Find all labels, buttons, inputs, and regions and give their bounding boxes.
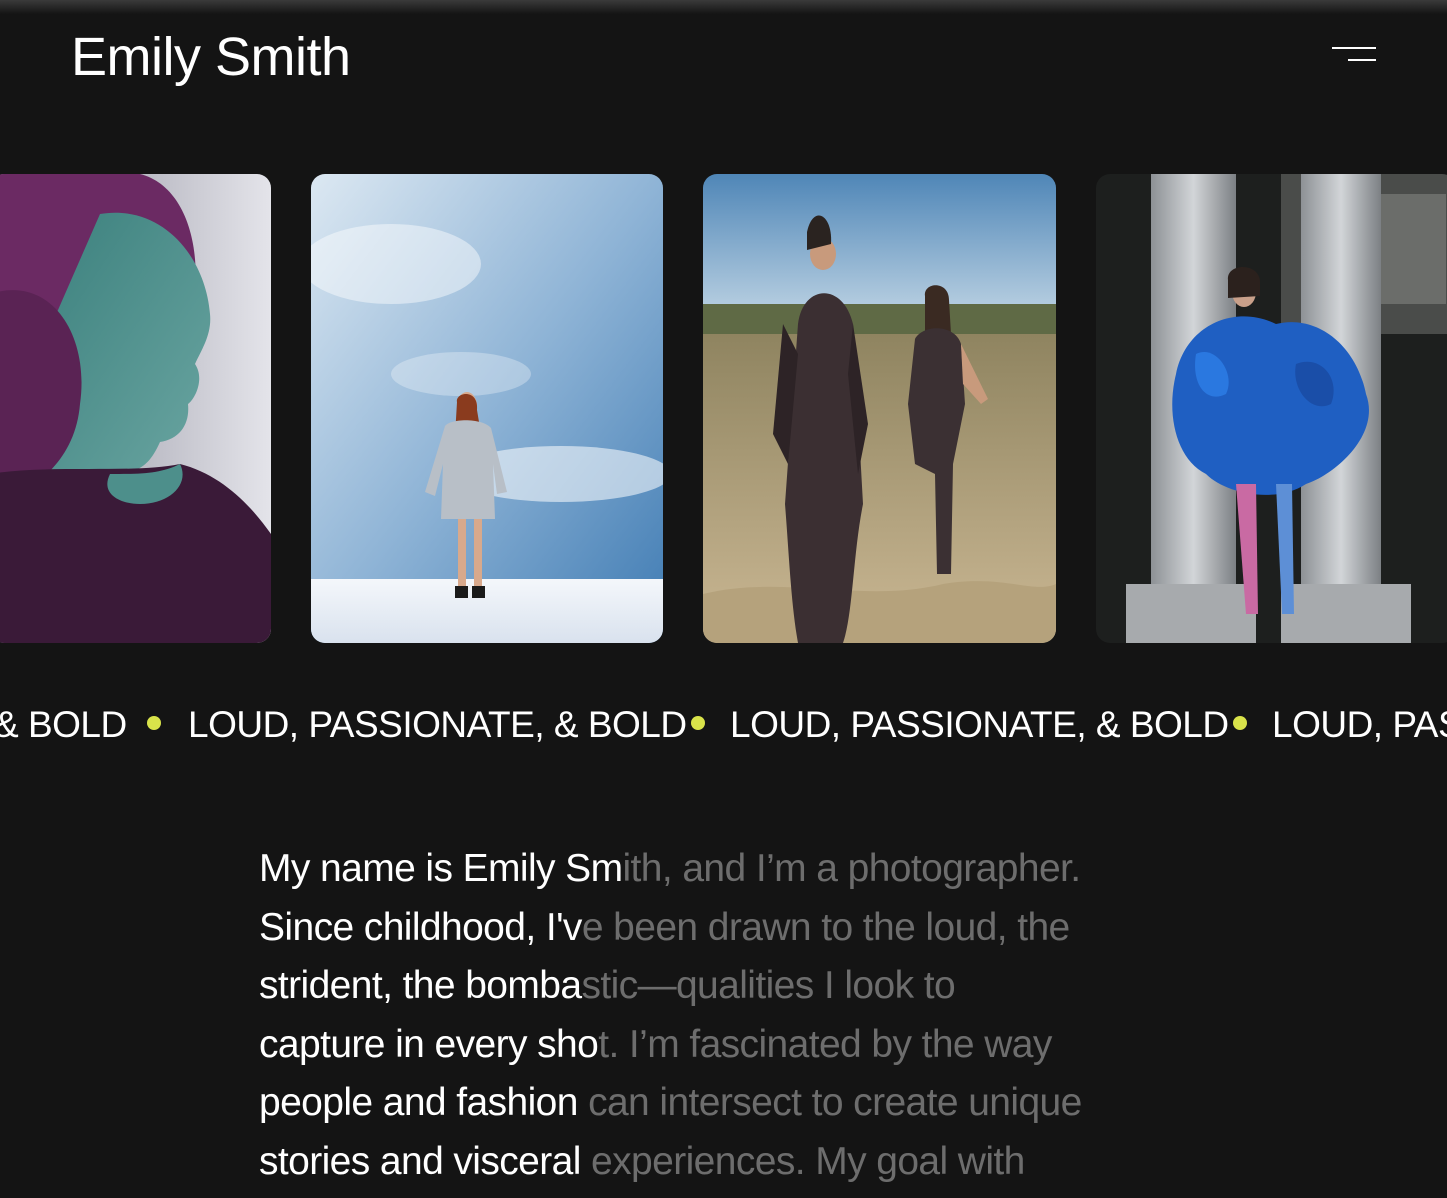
page: Emily Smith & BOLD LOUD, PASSIONATE, & B… xyxy=(0,0,1447,1198)
bio-highlight: My name is Emily Sm xyxy=(259,847,623,890)
bio-line: strident, the bombastic—qualities I look… xyxy=(259,957,1219,1016)
sparkle-dot-icon xyxy=(1233,716,1247,730)
bio-line: people and fashion can intersect to crea… xyxy=(259,1074,1219,1133)
bio-rest: t. I’m fascinated by the way xyxy=(598,1022,1052,1066)
hamburger-menu-icon-bar xyxy=(1348,59,1376,61)
bio-line: My name is Emily Smith, and I’m a photog… xyxy=(259,840,1219,899)
site-header: Emily Smith xyxy=(0,0,1447,120)
bio-paragraph: My name is Emily Smith, and I’m a photog… xyxy=(259,840,1219,1191)
bio-line: Since childhood, I've been drawn to the … xyxy=(259,899,1219,958)
bio-rest: can intersect to create unique xyxy=(588,1081,1082,1124)
bio-rest: e been drawn to the loud, the xyxy=(581,905,1070,949)
bio-rest: experiences. My goal with xyxy=(591,1139,1025,1183)
photo-portrait-profile[interactable] xyxy=(0,174,271,643)
bio-highlight: stories and visceral xyxy=(259,1139,592,1183)
menu-button[interactable] xyxy=(1322,36,1386,76)
sparkle-dot-icon xyxy=(147,716,161,730)
photo-blue-tulle-columns[interactable] xyxy=(1096,174,1447,643)
bio-highlight: people and fashion xyxy=(259,1081,589,1124)
photo-beach-gowns[interactable] xyxy=(703,174,1056,643)
bio-rest: stic—qualities I look to xyxy=(581,964,956,1007)
bio-highlight: capture in every sho xyxy=(259,1022,599,1066)
site-title[interactable]: Emily Smith xyxy=(71,26,351,88)
bio-rest: ith, and I’m a photographer. xyxy=(622,847,1081,890)
ticker-text: LOUD, PAS xyxy=(1272,704,1447,745)
photo-gallery xyxy=(0,174,1447,644)
bio-highlight: strident, the bomba xyxy=(259,964,582,1007)
ticker-text: LOUD, PASSIONATE, & BOLD xyxy=(188,704,687,745)
hamburger-menu-icon xyxy=(1332,47,1376,49)
bio-line: stories and visceral experiences. My goa… xyxy=(259,1133,1219,1192)
sparkle-dot-icon xyxy=(691,716,705,730)
ticker-text: LOUD, PASSIONATE, & BOLD xyxy=(730,704,1229,745)
bio-line: capture in every shot. I’m fascinated by… xyxy=(259,1016,1219,1075)
ticker-text: & BOLD xyxy=(0,704,127,745)
bio-highlight: Since childhood, I'v xyxy=(259,905,582,949)
marquee-ticker: & BOLD LOUD, PASSIONATE, & BOLD LOUD, PA… xyxy=(0,700,1447,756)
photo-snow-sky[interactable] xyxy=(311,174,663,643)
